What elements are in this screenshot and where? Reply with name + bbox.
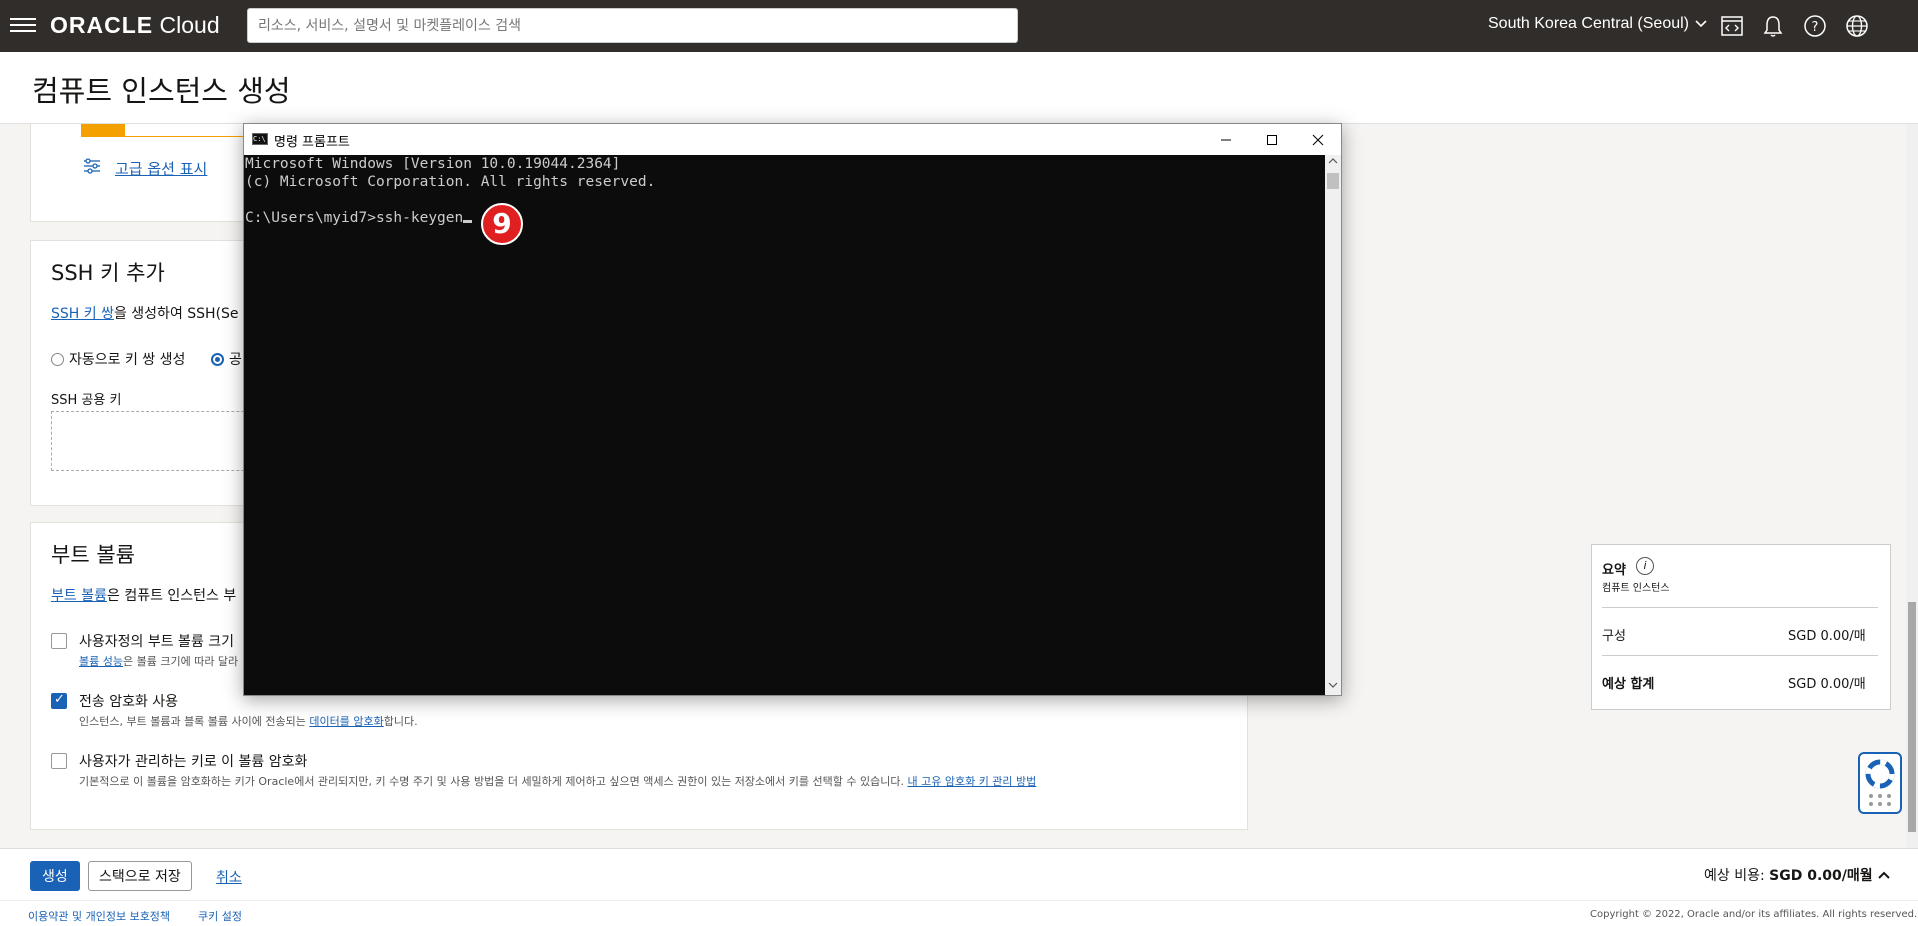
console-input-line: C:\Users\myid7>ssh-keygen bbox=[245, 209, 1325, 227]
ssh-key-pair-link[interactable]: SSH 키 쌍 bbox=[51, 306, 114, 322]
top-navigation-bar: ORACLE Cloud South Korea Central (Seoul)… bbox=[0, 0, 1918, 52]
custom-boot-size-help: 볼륨 성능은 볼륨 크기에 따라 달라 bbox=[79, 655, 239, 668]
page-header: 컴퓨트 인스턴스 생성 bbox=[0, 52, 1918, 124]
summary-total-label: 예상 합계 bbox=[1602, 677, 1655, 692]
help-icon[interactable]: ? bbox=[1801, 12, 1829, 40]
in-transit-encryption-checkbox[interactable] bbox=[51, 692, 67, 709]
terms-privacy-link[interactable]: 이용약관 및 개인정보 보호정책 bbox=[28, 908, 170, 924]
estimated-cost[interactable]: 예상 비용: SGD 0.00/매월 bbox=[1704, 865, 1891, 885]
advanced-options-toggle[interactable]: 고급 옵션 표시 bbox=[83, 157, 207, 179]
console-command-text: C:\Users\myid7>ssh-keygen bbox=[245, 210, 464, 226]
help-lifebuoy-button[interactable] bbox=[1858, 752, 1902, 814]
scroll-down-arrow-icon[interactable] bbox=[1328, 681, 1338, 692]
summary-total-value: SGD 0.00/매 bbox=[1788, 677, 1866, 692]
cmd-scrollbar[interactable] bbox=[1325, 155, 1341, 695]
ssh-description: SSH 키 쌍을 생성하여 SSH(Se bbox=[51, 306, 239, 322]
step-number-badge: 9 bbox=[481, 203, 523, 245]
radio-button[interactable] bbox=[51, 353, 64, 366]
cmd-titlebar[interactable]: C:\ 명령 프롬프트 bbox=[244, 124, 1341, 155]
command-prompt-window[interactable]: C:\ 명령 프롬프트 Microsoft Windows [Version 1… bbox=[243, 123, 1342, 696]
boot-volume-link[interactable]: 부트 볼륨 bbox=[51, 588, 107, 604]
summary-title: 요약 bbox=[1602, 563, 1626, 578]
terminal-icon: C:\ bbox=[252, 133, 268, 145]
copyright-text: Copyright © 2022, Oracle and/or its affi… bbox=[1590, 909, 1918, 920]
chevron-down-icon bbox=[1695, 15, 1707, 33]
code-editor-icon[interactable] bbox=[1718, 12, 1746, 40]
summary-panel: 요약 i 컴퓨트 인스턴스 구성 SGD 0.00/매 예상 합계 SGD 0.… bbox=[1591, 544, 1891, 710]
cookie-settings-link[interactable]: 쿠키 설정 bbox=[198, 908, 242, 924]
scroll-up-arrow-icon[interactable] bbox=[1328, 157, 1338, 168]
summary-divider bbox=[1602, 607, 1878, 608]
radio-auto-generate[interactable]: 자동으로 키 쌍 생성 bbox=[51, 349, 185, 369]
advanced-options-link[interactable]: 고급 옵션 표시 bbox=[115, 158, 207, 179]
summary-config-label: 구성 bbox=[1602, 629, 1626, 644]
globe-icon[interactable] bbox=[1843, 12, 1871, 40]
cmd-scrollbar-thumb[interactable] bbox=[1327, 173, 1339, 189]
manage-own-key-link[interactable]: 내 고유 암호화 키 관리 방법 bbox=[907, 775, 1036, 788]
create-button[interactable]: 생성 bbox=[30, 861, 80, 891]
in-transit-encryption-label: 전송 암호화 사용 bbox=[79, 694, 179, 710]
radio-upload-public-key[interactable]: 공 bbox=[211, 349, 242, 369]
in-transit-encryption-help: 인스턴스, 부트 볼륨과 블록 볼륨 사이에 전송되는 데이터를 암호화합니다. bbox=[79, 715, 418, 728]
progress-indicator bbox=[81, 124, 125, 137]
menu-icon[interactable] bbox=[10, 14, 36, 36]
close-button[interactable] bbox=[1295, 124, 1341, 155]
radio-button-selected[interactable] bbox=[211, 353, 224, 366]
boot-section-title: 부트 볼륨 bbox=[51, 543, 135, 567]
volume-performance-link[interactable]: 볼륨 성능 bbox=[79, 655, 123, 668]
search-input[interactable] bbox=[247, 8, 1018, 43]
page-scrollbar-thumb[interactable] bbox=[1908, 602, 1916, 832]
action-bar: 생성 스택으로 저장 취소 예상 비용: SGD 0.00/매월 bbox=[0, 848, 1918, 900]
text-cursor bbox=[463, 220, 473, 223]
info-icon[interactable]: i bbox=[1636, 557, 1654, 575]
summary-config-value: SGD 0.00/매 bbox=[1788, 629, 1866, 644]
sliders-icon bbox=[83, 157, 101, 179]
page-scrollbar[interactable] bbox=[1906, 124, 1918, 848]
region-label: South Korea Central (Seoul) bbox=[1488, 15, 1689, 32]
ssh-section-title: SSH 키 추가 bbox=[51, 261, 165, 285]
boot-description: 부트 볼륨은 컴퓨트 인스턴스 부 bbox=[51, 588, 237, 604]
chevron-up-icon bbox=[1877, 868, 1891, 884]
console-line: (c) Microsoft Corporation. All rights re… bbox=[245, 174, 656, 190]
cancel-link[interactable]: 취소 bbox=[216, 867, 242, 887]
page-title: 컴퓨트 인스턴스 생성 bbox=[32, 74, 291, 108]
svg-text:?: ? bbox=[1812, 20, 1819, 35]
maximize-button[interactable] bbox=[1249, 124, 1295, 155]
save-as-stack-button[interactable]: 스택으로 저장 bbox=[88, 861, 192, 891]
customer-managed-key-label: 사용자가 관리하는 키로 이 볼륨 암호화 bbox=[79, 754, 308, 770]
minimize-button[interactable] bbox=[1203, 124, 1249, 155]
encrypt-data-link[interactable]: 데이터를 암호화 bbox=[309, 715, 383, 728]
region-selector[interactable]: South Korea Central (Seoul) bbox=[1488, 15, 1707, 33]
ssh-public-key-label: SSH 공용 키 bbox=[51, 393, 122, 408]
custom-boot-size-label: 사용자정의 부트 볼륨 크기 bbox=[79, 634, 235, 650]
customer-managed-key-help: 기본적으로 이 볼륨을 암호화하는 키가 Oracle에서 관리되지만, 키 수… bbox=[79, 775, 1037, 788]
footer: 이용약관 및 개인정보 보호정책 쿠키 설정 Copyright © 2022,… bbox=[0, 900, 1918, 926]
custom-boot-size-checkbox[interactable] bbox=[51, 633, 67, 649]
cmd-console-output[interactable]: Microsoft Windows [Version 10.0.19044.23… bbox=[244, 155, 1325, 695]
summary-subtitle: 컴퓨트 인스턴스 bbox=[1602, 583, 1670, 594]
cmd-title: 명령 프롬프트 bbox=[274, 135, 350, 150]
summary-divider bbox=[1602, 655, 1878, 656]
customer-managed-key-checkbox[interactable] bbox=[51, 753, 67, 769]
oracle-cloud-logo[interactable]: ORACLE Cloud bbox=[50, 12, 220, 39]
console-line: Microsoft Windows [Version 10.0.19044.23… bbox=[245, 156, 621, 172]
bell-icon[interactable] bbox=[1759, 12, 1787, 40]
estimated-cost-value: SGD 0.00/매월 bbox=[1769, 868, 1873, 884]
